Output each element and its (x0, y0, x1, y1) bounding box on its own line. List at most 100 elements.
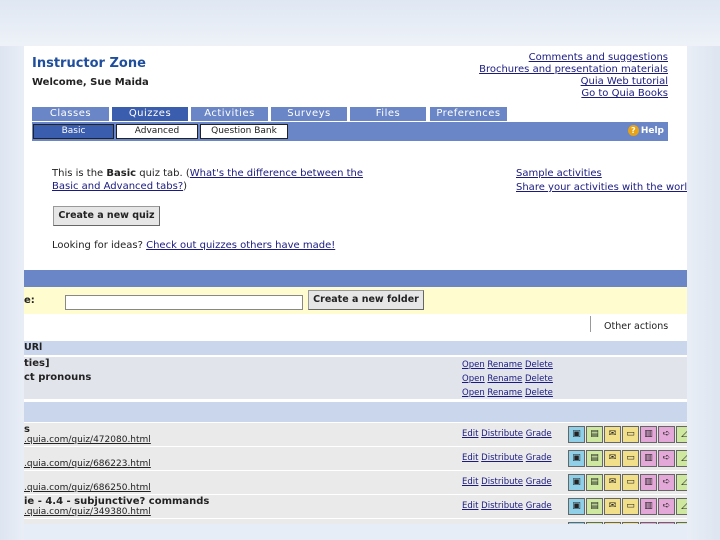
subtab-advanced[interactable]: Advanced (116, 124, 198, 139)
monitor-icon[interactable]: ▣ (568, 426, 585, 443)
open-link[interactable]: Open (462, 388, 485, 398)
print-icon[interactable]: ▥ (640, 498, 657, 515)
create-quiz-button[interactable]: Create a new quiz (53, 206, 160, 226)
folder-row: ct pronouns Open Rename Delete (24, 371, 687, 385)
tab-classes[interactable]: Classes (32, 107, 109, 121)
envelope-icon[interactable]: ✉ (604, 474, 621, 491)
print-icon[interactable]: ▥ (640, 522, 657, 524)
tab-surveys[interactable]: Surveys (271, 107, 347, 121)
monitor-icon[interactable]: ▣ (568, 474, 585, 491)
folder-actions: Open Rename Delete (462, 386, 553, 400)
quiz-url[interactable]: .quia.com/quiz/686250.html (24, 483, 151, 493)
url-header-row: URl (24, 341, 687, 355)
envelope-icon[interactable]: ✉ (604, 450, 621, 467)
edit-icon[interactable]: ▭ (622, 498, 639, 515)
folder-name-label: e: (24, 295, 35, 306)
subtab-basic[interactable]: Basic (33, 124, 114, 139)
quiz-url[interactable]: .quia.com/quiz/686223.html (24, 459, 151, 469)
subtab-question-bank[interactable]: Question Bank (200, 124, 288, 139)
brochures-link[interactable]: Brochures and presentation materials (479, 64, 668, 76)
edit-link[interactable]: Edit (462, 453, 478, 463)
document-icon[interactable]: ▤ (586, 498, 603, 515)
document-icon[interactable]: ▤ (586, 426, 603, 443)
delete-link[interactable]: Delete (525, 374, 553, 384)
intro-end: ) (183, 181, 188, 192)
export-icon[interactable]: ➪ (658, 522, 675, 524)
chart-icon[interactable]: ◿ (676, 426, 687, 443)
chart-icon[interactable]: ◿ (676, 522, 687, 524)
help-button[interactable]: ? Help (627, 124, 664, 138)
difference-link-line2[interactable]: Basic and Advanced tabs? (52, 181, 183, 192)
open-link[interactable]: Open (462, 374, 485, 384)
quiz-url[interactable]: .quia.com/quiz/349380.html (24, 507, 151, 517)
quia-books-link[interactable]: Go to Quia Books (479, 88, 668, 100)
folder-row: ties] Open Rename Delete (24, 357, 687, 371)
open-link[interactable]: Open (462, 360, 485, 370)
export-icon[interactable]: ➪ (658, 474, 675, 491)
quiz-actions: Edit Distribute Grade (462, 477, 552, 487)
grade-link[interactable]: Grade (526, 453, 552, 463)
grade-link[interactable]: Grade (526, 429, 552, 439)
chart-icon[interactable]: ◿ (676, 474, 687, 491)
document-icon[interactable]: ▤ (586, 450, 603, 467)
distribute-link[interactable]: Distribute (481, 429, 523, 439)
top-links: Comments and suggestions Brochures and p… (479, 52, 668, 100)
envelope-icon[interactable]: ✉ (604, 522, 621, 524)
quiz-url[interactable]: .quia.com/quiz/472080.html (24, 435, 151, 445)
tutorial-link[interactable]: Quia Web tutorial (479, 76, 668, 88)
envelope-icon[interactable]: ✉ (604, 498, 621, 515)
export-icon[interactable]: ➪ (658, 426, 675, 443)
delete-link[interactable]: Delete (525, 360, 553, 370)
distribute-link[interactable]: Distribute (481, 477, 523, 487)
delete-link[interactable]: Delete (525, 388, 553, 398)
monitor-icon[interactable]: ▣ (568, 450, 585, 467)
chart-icon[interactable]: ◿ (676, 450, 687, 467)
print-icon[interactable]: ▥ (640, 474, 657, 491)
comments-link[interactable]: Comments and suggestions (479, 52, 668, 64)
document-icon[interactable]: ▤ (586, 522, 603, 524)
sample-links: Sample activities Share your activities … (516, 167, 687, 195)
help-label: Help (640, 126, 664, 136)
distribute-link[interactable]: Distribute (481, 453, 523, 463)
edit-icon[interactable]: ▭ (622, 522, 639, 524)
envelope-icon[interactable]: ✉ (604, 426, 621, 443)
document-icon[interactable]: ▤ (586, 474, 603, 491)
export-icon[interactable]: ➪ (658, 450, 675, 467)
grade-link[interactable]: Grade (526, 477, 552, 487)
grade-link[interactable]: Grade (526, 501, 552, 511)
monitor-icon[interactable]: ▣ (568, 498, 585, 515)
difference-link-line1[interactable]: What's the difference between the (190, 168, 363, 179)
edit-link[interactable]: Edit (462, 501, 478, 511)
folder-name-input[interactable] (65, 295, 303, 310)
sample-activities-link[interactable]: Sample activities (516, 167, 687, 181)
quiz-section-header (24, 402, 687, 422)
print-icon[interactable]: ▥ (640, 426, 657, 443)
tab-files[interactable]: Files (350, 107, 426, 121)
welcome-message: Welcome, Sue Maida (32, 77, 149, 88)
edit-link[interactable]: Edit (462, 477, 478, 487)
print-icon[interactable]: ▥ (640, 450, 657, 467)
distribute-link[interactable]: Distribute (481, 501, 523, 511)
edit-icon[interactable]: ▭ (622, 474, 639, 491)
divider-line (590, 316, 591, 332)
rename-link[interactable]: Rename (487, 388, 522, 398)
quiz-row: .quia.com/quiz/686250.html Edit Distribu… (24, 471, 687, 495)
tab-activities[interactable]: Activities (191, 107, 268, 121)
edit-link[interactable]: Edit (462, 429, 478, 439)
tab-preferences[interactable]: Preferences (430, 107, 507, 121)
others-quizzes-link[interactable]: Check out quizzes others have made! (146, 240, 335, 251)
monitor-icon[interactable]: ▣ (568, 522, 585, 524)
edit-icon[interactable]: ▭ (622, 450, 639, 467)
rename-link[interactable]: Rename (487, 374, 522, 384)
rename-link[interactable]: Rename (487, 360, 522, 370)
share-activities-link[interactable]: Share your activities with the world (516, 181, 687, 195)
export-icon[interactable]: ➪ (658, 498, 675, 515)
tab-quizzes[interactable]: Quizzes (112, 107, 188, 121)
help-icon: ? (627, 125, 639, 136)
chart-icon[interactable]: ◿ (676, 498, 687, 515)
quiz-title: s (24, 424, 30, 435)
ideas-text: Looking for ideas? Check out quizzes oth… (52, 240, 335, 251)
folder-header-bar (24, 270, 687, 287)
edit-icon[interactable]: ▭ (622, 426, 639, 443)
create-folder-button[interactable]: Create a new folder (308, 290, 424, 310)
